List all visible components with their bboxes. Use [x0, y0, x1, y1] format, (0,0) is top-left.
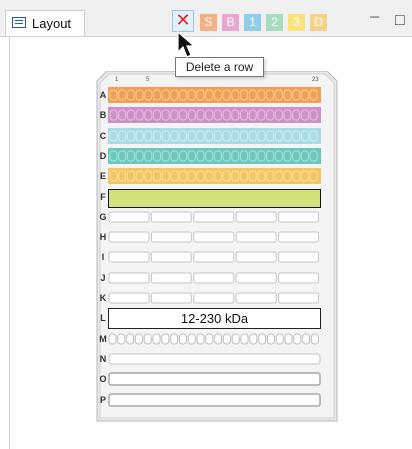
toolbar-button-b[interactable]: B: [222, 14, 239, 31]
tooltip: Delete a row: [175, 57, 264, 77]
tab-bar: Layout ✕ SB123D ─ □: [0, 0, 412, 37]
lane-row[interactable]: [108, 249, 321, 265]
row-label: M: [99, 334, 107, 344]
delete-row-icon: ✕: [175, 10, 191, 30]
lane-row[interactable]: [108, 128, 321, 144]
lane-row[interactable]: [108, 371, 321, 387]
tab-layout-label: Layout: [32, 16, 72, 31]
layout-icon: [12, 17, 26, 28]
lane-row[interactable]: [108, 148, 321, 164]
toolbar-button-d[interactable]: D: [310, 14, 327, 31]
lane-row[interactable]: 12-230 kDa: [108, 308, 321, 329]
toolbar-button-s[interactable]: S: [200, 14, 217, 31]
row-label: L: [100, 313, 106, 323]
lane-row[interactable]: [108, 229, 321, 245]
lane-row[interactable]: [108, 290, 321, 306]
row-label: P: [99, 395, 106, 405]
maximize-icon[interactable]: □: [395, 12, 405, 30]
row-label: C: [99, 131, 107, 141]
row-label: B: [99, 110, 107, 120]
panel-border: [9, 36, 10, 449]
toolbar-button-2[interactable]: 2: [266, 14, 283, 31]
column-label: 1: [115, 77, 119, 83]
column-label: 23: [312, 77, 319, 83]
toolbar-button-1[interactable]: 1: [244, 14, 261, 31]
row-label: D: [99, 151, 107, 161]
lane-row[interactable]: [108, 168, 321, 184]
lane-row[interactable]: [108, 351, 321, 367]
delete-row-button[interactable]: ✕: [172, 10, 194, 32]
row-label: K: [99, 293, 107, 303]
mouse-cursor-icon: [177, 30, 196, 58]
row-label: O: [99, 374, 107, 384]
layout-window: Layout ✕ SB123D ─ □ Delete a row 1 5 23 AB…: [0, 0, 412, 449]
row-label: G: [99, 212, 107, 222]
lane-row[interactable]: [108, 209, 321, 225]
toolbar-button-3[interactable]: 3: [288, 14, 305, 31]
lane-row[interactable]: [108, 392, 321, 408]
lane-row[interactable]: [108, 270, 321, 286]
row-label: E: [99, 171, 106, 181]
row-label: F: [100, 192, 106, 202]
minimize-icon[interactable]: ─: [370, 9, 379, 24]
row-label: N: [99, 354, 107, 364]
column-label: 5: [146, 77, 150, 83]
tab-layout[interactable]: Layout: [5, 10, 85, 36]
lane-row[interactable]: [108, 331, 321, 347]
row-label: H: [99, 232, 107, 242]
row-label: I: [101, 252, 105, 262]
lane-row[interactable]: [108, 87, 321, 103]
row-label: A: [99, 90, 107, 100]
lane-text: 12-230 kDa: [180, 311, 249, 326]
row-label: J: [100, 273, 106, 283]
lane-row[interactable]: [108, 189, 321, 208]
lane-row[interactable]: [108, 107, 321, 123]
